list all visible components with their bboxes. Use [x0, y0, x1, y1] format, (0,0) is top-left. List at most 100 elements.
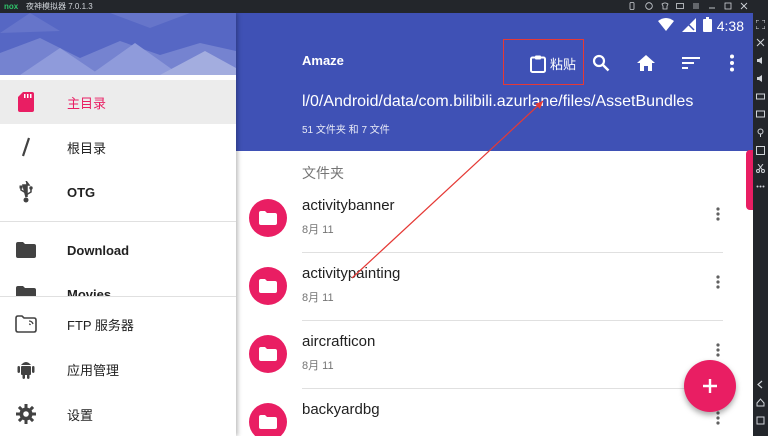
plus-icon	[703, 379, 717, 393]
file-list: 文件夹 activitybanner 8月 11 activitypainting 8…	[236, 151, 753, 436]
file-date: 8月 11	[302, 292, 334, 304]
resize-icon[interactable]	[756, 38, 765, 47]
drawer-item-root[interactable]: 根目录	[0, 125, 236, 169]
more-horiz-icon[interactable]	[756, 182, 765, 191]
more-vert-icon	[716, 343, 720, 357]
back-icon[interactable]	[756, 380, 765, 389]
file-list-row[interactable]: activitybanner 8月 11	[236, 185, 753, 253]
drawer-item-movies-clip: Movies	[0, 272, 236, 296]
more-vert-icon	[716, 275, 720, 289]
drawer-item-label: 主目录	[67, 95, 107, 111]
app-title: Amaze	[302, 53, 344, 68]
drawer-item-otg[interactable]: OTG	[0, 170, 236, 214]
folder-icon	[259, 211, 277, 225]
emulator-window: nox 夜神模拟器 7.0.1.3 4:38 Amaze 粘贴 l/0/Andr…	[0, 0, 768, 436]
file-list-row[interactable]: backyardbg	[236, 389, 753, 436]
folder-file-count: 51 文件夹 和 7 文件	[302, 125, 390, 136]
row-more-button[interactable]	[708, 201, 728, 227]
mail-icon[interactable]	[676, 2, 684, 10]
emulator-titlebar: nox 夜神模拟器 7.0.1.3	[0, 0, 768, 13]
keyboard-icon[interactable]	[756, 92, 765, 101]
app-bar: Amaze 粘贴 l/0/Android/data/com.bilibili.a…	[236, 39, 753, 151]
usb-icon	[15, 181, 37, 203]
recent-apps-icon[interactable]	[756, 416, 765, 425]
status-time: 4:38	[716, 18, 744, 34]
root-slash-icon	[15, 136, 37, 158]
android-home-icon[interactable]	[756, 398, 765, 407]
drawer-header	[0, 13, 236, 75]
folder-avatar	[249, 199, 287, 237]
battery-icon	[703, 17, 712, 32]
menu-icon[interactable]	[692, 2, 700, 10]
drawer-divider	[0, 296, 236, 297]
more-vert-icon	[730, 54, 734, 72]
folder-avatar	[249, 403, 287, 436]
navigation-drawer: 主目录 根目录 OTG Download Movies FTP 服务器 应用管理…	[0, 13, 236, 436]
file-name: aircrafticon	[302, 333, 376, 350]
home-icon	[637, 55, 655, 71]
emulator-side-toolbar	[753, 13, 768, 436]
account-icon[interactable]	[645, 2, 653, 10]
settings-gear-icon	[15, 403, 37, 425]
status-bar: 4:38	[236, 13, 753, 39]
drawer-item-settings[interactable]: 设置	[0, 392, 236, 436]
skin-icon[interactable]	[661, 2, 669, 10]
volume-down-icon[interactable]	[756, 74, 765, 83]
drawer-item-ftp-server[interactable]: FTP 服务器	[0, 302, 236, 346]
scissors-icon[interactable]	[756, 164, 765, 173]
drawer-item-label: Movies	[67, 286, 112, 297]
screen-icon[interactable]	[756, 110, 765, 119]
drawer-item-label: 根目录	[67, 140, 107, 156]
file-name: activitybanner	[302, 197, 395, 214]
more-vert-icon	[716, 411, 720, 425]
drawer-item-home[interactable]: 主目录	[0, 80, 236, 124]
phone-icon[interactable]	[628, 2, 636, 10]
drawer-item-movies[interactable]: Movies	[0, 272, 236, 296]
file-name: activitypainting	[302, 265, 401, 282]
more-vert-icon	[716, 207, 720, 221]
folder-avatar	[249, 267, 287, 305]
emulator-title: 夜神模拟器 7.0.1.3	[26, 2, 93, 11]
android-icon	[15, 358, 37, 380]
section-header: 文件夹	[302, 165, 344, 181]
folder-icon	[259, 415, 277, 429]
annotation-highlight-box	[503, 39, 584, 85]
minimize-icon[interactable]	[708, 2, 716, 10]
overflow-menu-button[interactable]	[718, 49, 746, 77]
file-list-row[interactable]: aircrafticon 8月 11	[236, 321, 753, 389]
file-date: 8月 11	[302, 224, 334, 236]
folder-icon	[15, 239, 37, 261]
add-apk-icon[interactable]	[756, 146, 765, 155]
current-path[interactable]: l/0/Android/data/com.bilibili.azurlane/f…	[302, 93, 693, 111]
location-icon[interactable]	[756, 128, 765, 137]
wifi-icon	[658, 18, 674, 31]
drawer-item-label: Download	[67, 242, 130, 258]
fullscreen-icon[interactable]	[756, 20, 765, 29]
edge-pull-handle[interactable]	[746, 150, 753, 210]
drawer-item-download[interactable]: Download	[0, 228, 236, 272]
drawer-header-pattern	[0, 13, 236, 75]
folder-avatar	[249, 335, 287, 373]
file-list-row[interactable]: activitypainting 8月 11	[236, 253, 753, 321]
sort-button[interactable]	[677, 49, 705, 77]
folder-icon	[259, 347, 277, 361]
sort-icon	[682, 57, 700, 69]
file-name: backyardbg	[302, 401, 380, 418]
sd-card-icon	[15, 91, 37, 113]
maximize-icon[interactable]	[724, 2, 732, 10]
file-date: 8月 11	[302, 360, 334, 372]
row-more-button[interactable]	[708, 269, 728, 295]
volume-up-icon[interactable]	[756, 56, 765, 65]
search-button[interactable]	[587, 49, 615, 77]
close-icon[interactable]	[740, 2, 748, 10]
drawer-item-label: 设置	[67, 407, 94, 423]
android-screen: 4:38 Amaze 粘贴 l/0/Android/data/com.bilib…	[0, 13, 753, 436]
home-button[interactable]	[632, 49, 660, 77]
drawer-item-app-manager[interactable]: 应用管理	[0, 347, 236, 391]
signal-icon	[682, 18, 696, 32]
drawer-item-label: FTP 服务器	[67, 317, 134, 333]
folder-icon	[15, 283, 37, 296]
add-fab-button[interactable]	[684, 360, 736, 412]
search-icon	[592, 54, 610, 72]
drawer-item-label: OTG	[67, 184, 96, 200]
